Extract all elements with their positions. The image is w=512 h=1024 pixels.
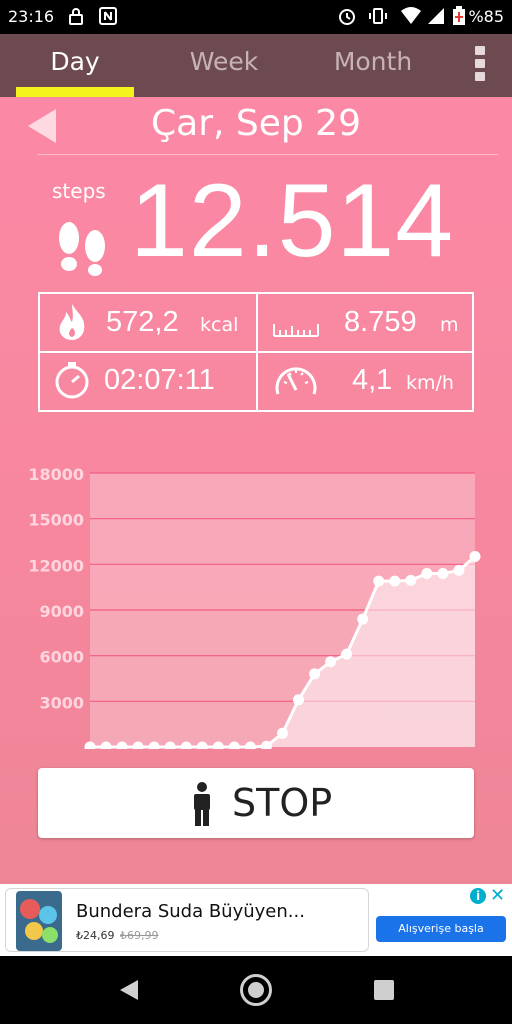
ruler-icon (273, 324, 319, 337)
distance-unit: m (440, 314, 459, 336)
data-point (325, 656, 337, 668)
nav-home-icon[interactable] (240, 974, 272, 1006)
stop-button[interactable]: STOP (38, 768, 474, 838)
battery-percent: %85 (468, 7, 504, 26)
data-point (389, 575, 401, 587)
steps-label: steps (52, 179, 106, 203)
y-tick-label: 3000 (39, 693, 84, 712)
nav-recents-icon[interactable] (374, 980, 394, 1000)
ad-cta-button[interactable]: Alışverişe başla (376, 916, 506, 942)
speed-value: 4,1 (352, 364, 393, 396)
data-point (469, 551, 481, 563)
ad-price: ₺24,69 (76, 929, 115, 942)
speed-unit: km/h (406, 372, 454, 394)
data-point (309, 668, 321, 680)
stopwatch-icon (55, 362, 89, 399)
person-icon (194, 782, 210, 826)
overflow-menu-icon[interactable] (470, 46, 490, 86)
distance-value: 8.759 (344, 306, 417, 338)
data-point (341, 648, 353, 660)
ad-close-icon[interactable]: ✕ (490, 885, 505, 906)
y-tick-label: 6000 (39, 648, 84, 667)
tab-indicator (16, 87, 134, 97)
footprints-icon (59, 222, 105, 276)
data-point (421, 567, 433, 579)
data-point (373, 575, 385, 587)
date-bar: Çar, Sep 29 (0, 97, 512, 157)
stop-button-label: STOP (232, 781, 333, 825)
data-point (405, 574, 417, 586)
y-tick-label: 9000 (39, 602, 84, 621)
data-point (293, 694, 305, 706)
steps-chart: 3000600090001200015000180002468101214161… (28, 465, 481, 749)
wifi-icon (401, 7, 421, 24)
ad-title: Bundera Suda Büyüyen... (76, 901, 305, 922)
tab-month[interactable]: Month (314, 34, 432, 97)
flame-icon (59, 304, 85, 340)
ad-banner[interactable]: Bundera Suda Büyüyen... ₺24,69 ₺69,99 i … (0, 884, 512, 956)
y-tick-label: 18000 (28, 465, 84, 484)
stats-grid: 572,2 kcal 8.759 m 02:07:11 4,1 km/h (38, 292, 474, 412)
vibrate-icon (369, 8, 387, 24)
y-tick-label: 15000 (28, 511, 84, 530)
calories-unit: kcal (200, 314, 239, 336)
nfc-icon (99, 7, 117, 25)
date-divider (38, 154, 498, 155)
status-time: 23:16 (8, 7, 55, 26)
current-date: Çar, Sep 29 (151, 103, 361, 144)
data-point (453, 564, 465, 576)
ad-product-image (16, 891, 62, 951)
nav-back-icon[interactable] (118, 978, 140, 1002)
lock-icon (69, 8, 83, 25)
status-bar: 23:16 %85 (0, 0, 512, 34)
duration-value: 02:07:11 (104, 364, 215, 396)
signal-icon (428, 8, 444, 24)
data-point (437, 567, 449, 579)
y-tick-label: 12000 (28, 556, 84, 575)
tab-bar: Day Week Month (0, 34, 512, 97)
data-point (277, 727, 288, 739)
data-point (357, 613, 369, 625)
battery-icon (453, 6, 465, 25)
alarm-icon (339, 9, 355, 25)
speedometer-icon (275, 367, 317, 395)
ad-card[interactable]: Bundera Suda Büyüyen... ₺24,69 ₺69,99 (5, 888, 369, 952)
tab-week[interactable]: Week (165, 34, 283, 97)
app-content: Day Week Month Çar, Sep 29 steps 12.514 … (0, 34, 512, 884)
calories-value: 572,2 (106, 306, 179, 338)
system-nav-bar (0, 956, 512, 1024)
steps-count: 12.514 (130, 163, 455, 279)
ad-info-icon[interactable]: i (470, 888, 486, 904)
ad-old-price: ₺69,99 (120, 929, 159, 942)
